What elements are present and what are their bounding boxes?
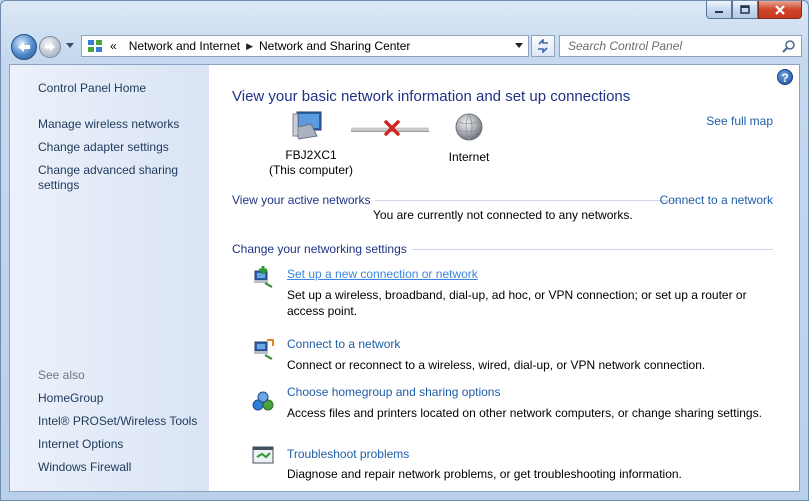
homegroup-icon[interactable] [251, 390, 275, 414]
content-area: Control Panel Home Manage wireless netwo… [9, 64, 800, 492]
connect-to-network-link[interactable]: Connect to a network [660, 193, 773, 207]
task-setup-connection-desc: Set up a wireless, broadband, dial-up, a… [287, 288, 747, 318]
breadcrumb-separator-icon[interactable]: ▶ [246, 41, 253, 52]
sidebar-item-intel-proset[interactable]: Intel® PROSet/Wireless Tools [38, 414, 197, 429]
task-setup-connection-link[interactable]: Set up a new connection or network [287, 267, 478, 281]
sidebar-item-windows-firewall[interactable]: Windows Firewall [38, 460, 131, 475]
address-overflow[interactable]: « [104, 39, 123, 53]
sidebar-item-control-panel-home[interactable]: Control Panel Home [38, 81, 146, 96]
internet-label: Internet [448, 150, 490, 164]
search-box[interactable] [559, 35, 802, 57]
window: « Network and Internet ▶ Network and Sha… [0, 0, 809, 501]
connect-network-icon[interactable] [251, 337, 275, 361]
forward-button[interactable] [39, 36, 61, 58]
active-networks-header: View your active networks [232, 193, 371, 207]
main-panel: ? View your basic network information an… [209, 65, 799, 491]
task-homegroup-link[interactable]: Choose homegroup and sharing options [287, 385, 500, 399]
sidebar-item-change-adapter-settings[interactable]: Change adapter settings [38, 140, 169, 155]
maximize-button[interactable] [732, 1, 758, 19]
sidebar-item-homegroup[interactable]: HomeGroup [38, 391, 103, 406]
new-connection-icon[interactable] [251, 265, 275, 289]
search-icon[interactable] [782, 39, 796, 53]
back-arrow-icon [18, 42, 30, 52]
internet-globe-icon[interactable] [454, 112, 484, 142]
back-button[interactable] [11, 34, 37, 60]
sidebar-item-manage-wireless-networks[interactable]: Manage wireless networks [38, 117, 179, 132]
breadcrumb-network-and-internet[interactable]: Network and Internet [123, 39, 246, 53]
task-troubleshoot-link[interactable]: Troubleshoot problems [287, 447, 409, 461]
task-troubleshoot-desc: Diagnose and repair network problems, or… [287, 467, 682, 481]
section-divider [412, 249, 773, 250]
sidebar-item-internet-options[interactable]: Internet Options [38, 437, 123, 452]
close-icon [775, 4, 785, 15]
address-bar[interactable]: « Network and Internet ▶ Network and Sha… [81, 35, 529, 57]
help-button[interactable]: ? [777, 69, 793, 85]
task-connect-network-link[interactable]: Connect to a network [287, 337, 400, 351]
computer-sub-label: (This computer) [268, 163, 354, 177]
close-button[interactable] [758, 1, 802, 19]
computer-name-label: FBJ2XC1 [285, 148, 337, 162]
see-full-map-link[interactable]: See full map [706, 114, 773, 128]
search-input[interactable] [566, 38, 770, 54]
see-also-label: See also [38, 368, 85, 382]
section-divider [375, 200, 679, 201]
task-homegroup-desc: Access files and printers located on oth… [287, 406, 762, 420]
task-connect-network-desc: Connect or reconnect to a wireless, wire… [287, 358, 706, 372]
maximize-icon [740, 5, 750, 14]
computer-icon[interactable] [291, 110, 325, 140]
change-settings-header: Change your networking settings [232, 242, 407, 256]
page-title: View your basic network information and … [232, 88, 631, 105]
sidebar-item-change-advanced-sharing-settings[interactable]: Change advanced sharing settings [38, 163, 188, 193]
sidebar: Control Panel Home Manage wireless netwo… [10, 65, 209, 491]
caption-buttons [706, 1, 802, 19]
breadcrumb-network-and-sharing-center[interactable]: Network and Sharing Center [253, 39, 416, 53]
disconnected-x-icon[interactable] [384, 120, 400, 136]
refresh-icon [538, 39, 548, 53]
address-dropdown[interactable] [510, 36, 528, 56]
network-folder-icon [88, 40, 102, 52]
refresh-button[interactable] [531, 35, 555, 57]
minimize-button[interactable] [706, 1, 732, 19]
chevron-down-icon [515, 43, 523, 48]
navigation-bar: « Network and Internet ▶ Network and Sha… [9, 33, 802, 61]
recent-pages-dropdown[interactable] [65, 41, 75, 51]
minimize-icon [715, 10, 723, 13]
chevron-down-icon [66, 43, 74, 48]
troubleshoot-icon[interactable] [251, 443, 275, 467]
not-connected-status: You are currently not connected to any n… [373, 208, 633, 222]
forward-arrow-icon [45, 43, 55, 51]
